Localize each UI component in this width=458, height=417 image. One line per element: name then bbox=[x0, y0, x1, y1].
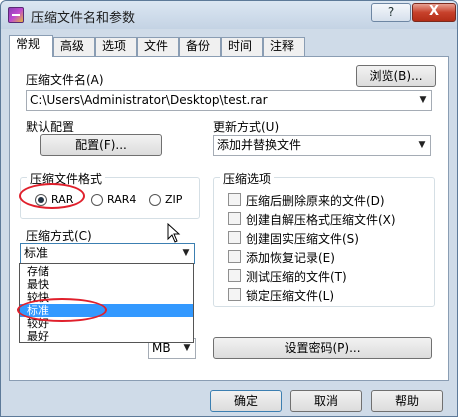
browse-button[interactable]: 浏览(B)... bbox=[356, 65, 436, 87]
option-label[interactable]: 创建固实压缩文件(S) bbox=[246, 230, 359, 247]
split-unit-value: MB bbox=[152, 341, 171, 355]
tab-advanced[interactable]: 高级 bbox=[53, 37, 95, 56]
archive-name-label: 压缩文件名(A) bbox=[26, 73, 104, 87]
format-zip-label[interactable]: ZIP bbox=[165, 193, 182, 206]
chevron-down-icon[interactable]: ▼ bbox=[415, 91, 431, 110]
recovery-record-checkbox[interactable] bbox=[228, 250, 241, 263]
annotation-oval-normal bbox=[17, 298, 107, 322]
chevron-down-icon[interactable]: ▼ bbox=[178, 244, 194, 263]
profiles-button[interactable]: 配置(F)... bbox=[40, 134, 162, 156]
compression-method-select[interactable]: 标准 ▼ bbox=[20, 243, 195, 264]
title-help-button[interactable]: ? bbox=[371, 3, 411, 22]
default-profile-label: 默认配置 bbox=[26, 120, 75, 134]
help-button[interactable]: 帮助 bbox=[371, 390, 443, 412]
method-option-fastest[interactable]: 最快 bbox=[20, 278, 193, 291]
tab-time[interactable]: 时间 bbox=[221, 37, 263, 56]
format-rar4-radio[interactable] bbox=[91, 194, 103, 206]
title-bar[interactable]: 压缩文件名和参数 ? X bbox=[1, 1, 457, 29]
close-button[interactable]: X bbox=[412, 3, 456, 22]
compression-options-group-title: 压缩选项 bbox=[220, 170, 275, 187]
window-title: 压缩文件名和参数 bbox=[31, 11, 136, 26]
chevron-down-icon[interactable]: ▼ bbox=[414, 136, 430, 155]
dialog-window: 压缩文件名和参数 ? X 常规 高级 选项 文件 备份 时间 注释 压缩文件名(… bbox=[0, 0, 458, 417]
tab-files[interactable]: 文件 bbox=[137, 37, 179, 56]
archive-name-input[interactable]: C:\Users\Administrator\Desktop\test.rar … bbox=[26, 90, 432, 111]
test-archive-checkbox[interactable] bbox=[228, 269, 241, 282]
create-sfx-checkbox[interactable] bbox=[228, 212, 241, 225]
tab-comment[interactable]: 注释 bbox=[263, 37, 305, 56]
compression-options-group: 压缩选项 压缩后删除原来的文件(D) 创建自解压格式压缩文件(X) 创建固实压缩… bbox=[213, 170, 435, 307]
delete-after-checkbox[interactable] bbox=[228, 193, 241, 206]
solid-archive-checkbox[interactable] bbox=[228, 231, 241, 244]
lock-archive-checkbox[interactable] bbox=[228, 288, 241, 301]
update-mode-value: 添加并替换文件 bbox=[217, 138, 302, 152]
method-option-store[interactable]: 存储 bbox=[20, 265, 193, 278]
method-option-best[interactable]: 最好 bbox=[20, 330, 193, 343]
cancel-button[interactable]: 取消 bbox=[290, 390, 362, 412]
option-label[interactable]: 压缩后删除原来的文件(D) bbox=[246, 192, 385, 209]
option-label[interactable]: 添加恢复记录(E) bbox=[246, 249, 335, 266]
option-label[interactable]: 创建自解压格式压缩文件(X) bbox=[246, 211, 396, 228]
ok-button[interactable]: 确定 bbox=[210, 390, 282, 412]
format-zip-radio[interactable] bbox=[149, 194, 161, 206]
archive-name-value: C:\Users\Administrator\Desktop\test.rar bbox=[30, 93, 268, 107]
tab-backup[interactable]: 备份 bbox=[179, 37, 221, 56]
tab-general[interactable]: 常规 bbox=[9, 35, 53, 57]
winrar-app-icon bbox=[8, 7, 24, 23]
compression-method-label: 压缩方式(C) bbox=[26, 229, 92, 243]
mouse-cursor-icon bbox=[167, 223, 181, 243]
option-label[interactable]: 测试压缩的文件(T) bbox=[246, 268, 347, 285]
compression-method-value: 标准 bbox=[24, 246, 49, 260]
format-rar4-label[interactable]: RAR4 bbox=[107, 193, 136, 206]
option-label[interactable]: 锁定压缩文件(L) bbox=[246, 287, 334, 304]
update-mode-label: 更新方式(U) bbox=[213, 120, 280, 134]
set-password-button[interactable]: 设置密码(P)... bbox=[213, 337, 432, 359]
tab-options[interactable]: 选项 bbox=[95, 37, 137, 56]
annotation-oval-rar bbox=[19, 183, 85, 209]
update-mode-select[interactable]: 添加并替换文件 ▼ bbox=[213, 135, 431, 156]
